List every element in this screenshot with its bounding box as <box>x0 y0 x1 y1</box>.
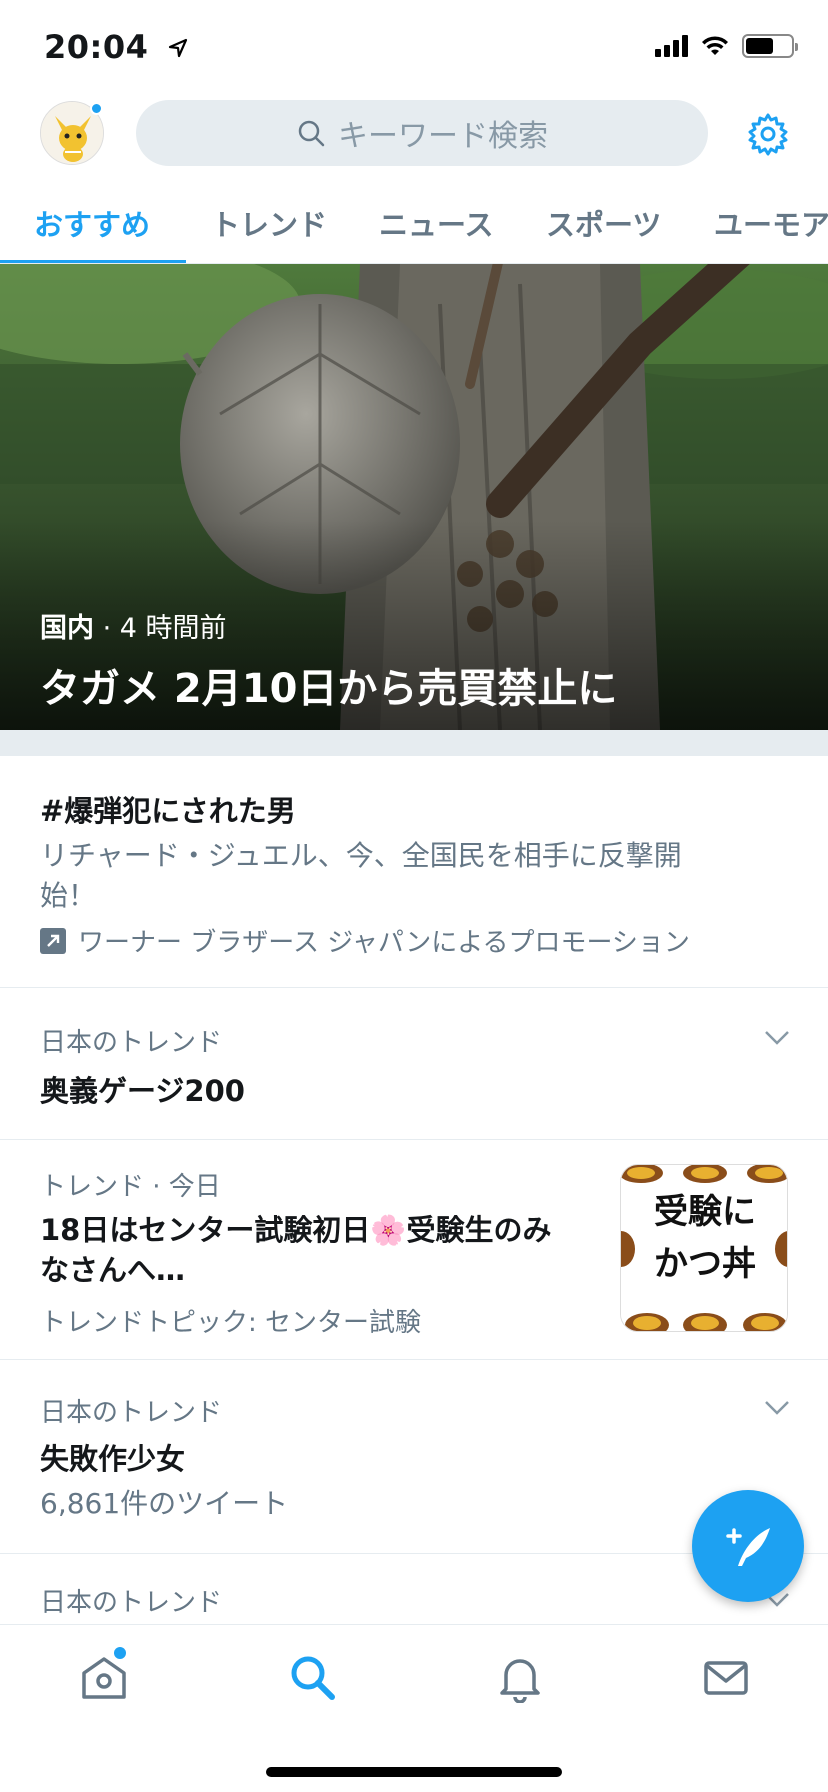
explore-tabs: おすすめ トレンド ニュース スポーツ ユーモア <box>0 188 828 264</box>
home-notification-dot <box>114 1647 126 1659</box>
promo-description: リチャード・ジュエル、今、全国民を相手に反撃開始！ <box>40 839 682 912</box>
clock: 20:04 <box>44 28 149 66</box>
trend-title: 奥義ゲージ200 <box>40 1074 245 1108</box>
katsudon-image: 受験に かつ丼 <box>621 1165 787 1331</box>
trend-label: トレンド · 今日 <box>40 1172 221 1202</box>
tab-recommended[interactable]: おすすめ <box>34 202 150 244</box>
search-placeholder: キーワード検索 <box>338 119 548 154</box>
trend-label: 日本のトレンド <box>40 1028 223 1058</box>
gear-icon[interactable] <box>746 112 790 156</box>
hero-meta: 国内 · 4 時間前 <box>40 606 227 645</box>
search-icon <box>298 120 325 147</box>
promo-title: #爆弾犯にされた男 <box>40 794 296 828</box>
trend-topic: トレンドトピック: センター試験 <box>40 1308 422 1338</box>
chevron-down-icon[interactable] <box>764 1400 790 1416</box>
promoted-icon <box>40 927 66 954</box>
home-indicator <box>266 1767 562 1777</box>
status-bar: 20:04 <box>0 0 828 96</box>
tab-news[interactable]: ニュース <box>379 202 494 244</box>
tab-trends[interactable]: トレンド <box>211 202 327 244</box>
trend-label: 日本のトレンド <box>40 1398 223 1428</box>
compose-feather-icon <box>726 1528 770 1566</box>
home-icon[interactable] <box>78 1651 130 1703</box>
trend-title: 18日はセンター試験初日🌸受験生のみなさんへ… <box>40 1213 552 1287</box>
trend-item[interactable]: 日本のトレンド 奥義ゲージ200 <box>0 988 828 1140</box>
thumb-text-2: かつ丼 <box>654 1244 756 1284</box>
trend-tweet-count: 6,861件のツイート <box>40 1487 289 1520</box>
section-divider <box>0 730 828 756</box>
trend-title: 失敗作少女 <box>40 1442 186 1476</box>
mail-icon[interactable] <box>700 1651 752 1703</box>
wifi-icon <box>702 36 728 55</box>
notification-dot <box>90 102 103 115</box>
location-arrow-icon <box>168 38 188 58</box>
cellular-signal-icon <box>655 35 688 57</box>
status-time: 20:04 <box>44 28 188 66</box>
search-icon[interactable] <box>286 1651 338 1703</box>
hero-title: タガメ 2月10日から売買禁止に <box>40 666 618 712</box>
tab-sports[interactable]: スポーツ <box>546 202 661 244</box>
chevron-down-icon[interactable] <box>764 1030 790 1046</box>
promo-attribution: ワーナー ブラザース ジャパンによるプロモーション <box>40 922 690 959</box>
bottom-tab-bar <box>0 1624 828 1792</box>
status-indicators <box>655 34 798 58</box>
promoted-trend[interactable]: #爆弾犯にされた男 リチャード・ジュエル、今、全国民を相手に反撃開始！ ワーナー… <box>0 756 828 988</box>
promo-attribution-text: ワーナー ブラザース ジャパンによるプロモーション <box>78 928 690 958</box>
hero-separator: · <box>102 613 112 644</box>
search-input[interactable]: キーワード検索 <box>136 100 708 166</box>
trend-thumbnail: 受験に かつ丼 <box>620 1164 788 1332</box>
bell-icon[interactable] <box>494 1651 546 1703</box>
thumb-text-1: 受験に <box>654 1192 756 1232</box>
hero-story[interactable]: 国内 · 4 時間前 タガメ 2月10日から売買禁止に <box>0 264 828 730</box>
trend-label: 日本のトレンド <box>40 1588 223 1618</box>
hero-category: 国内 <box>40 613 94 644</box>
battery-icon <box>742 34 798 58</box>
compose-tweet-button[interactable] <box>692 1490 804 1602</box>
tab-humor[interactable]: ユーモア <box>714 202 828 244</box>
hero-time: 4 時間前 <box>119 613 227 644</box>
explore-header: キーワード検索 <box>0 96 828 188</box>
trend-item[interactable]: トレンド · 今日 18日はセンター試験初日🌸受験生のみなさんへ… トレンドトピ… <box>0 1140 828 1360</box>
